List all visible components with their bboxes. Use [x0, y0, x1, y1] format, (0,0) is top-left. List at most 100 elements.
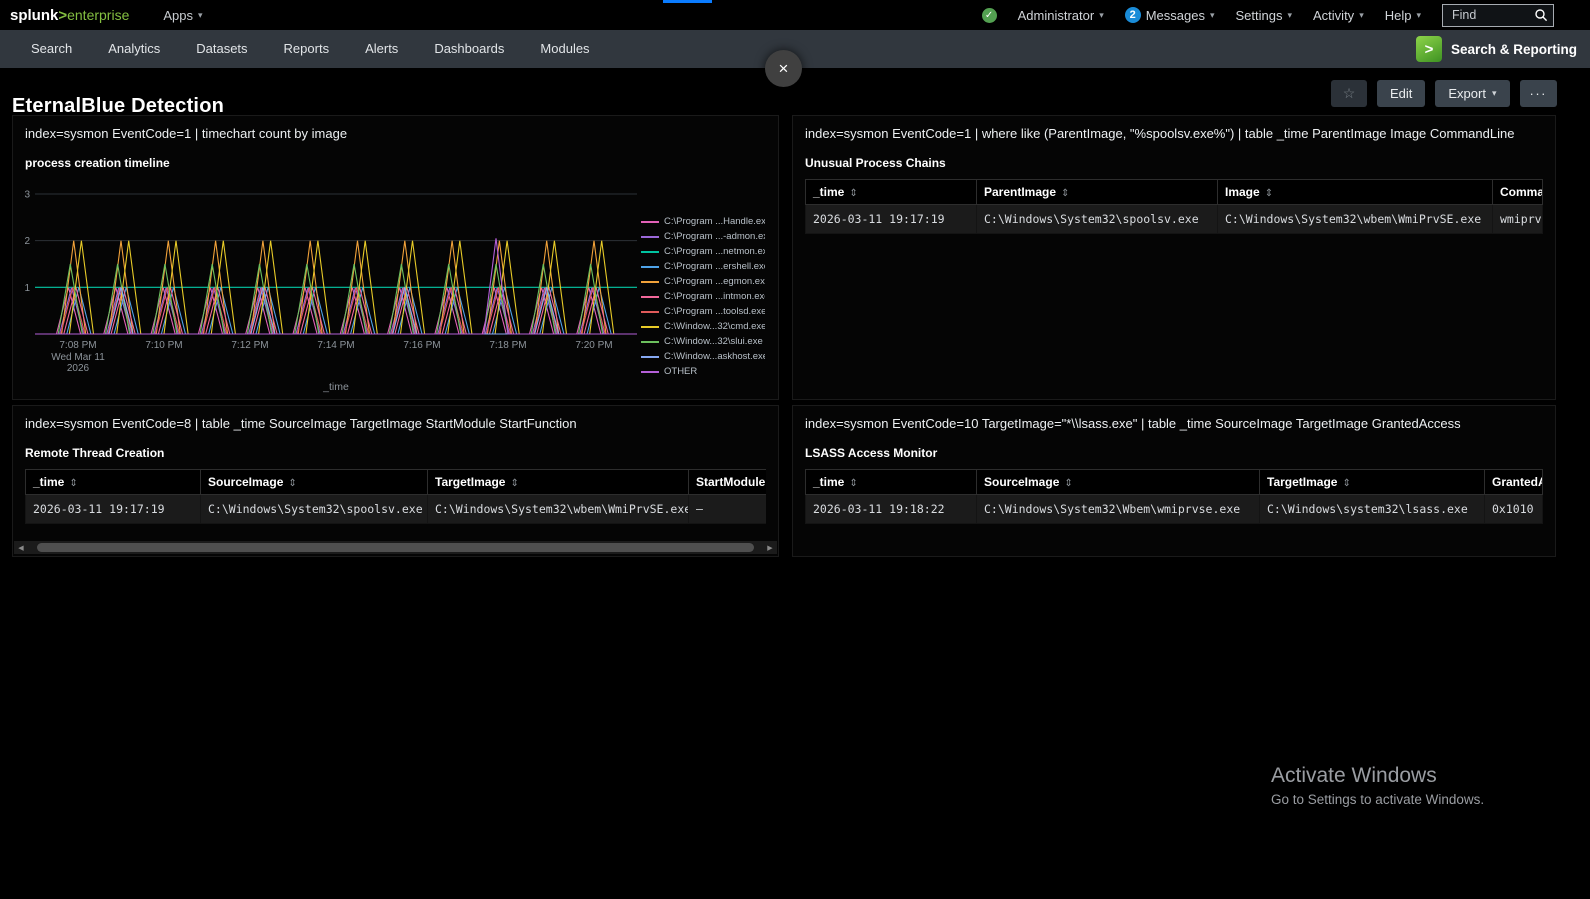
scroll-right-arrow[interactable]: ▶: [763, 541, 777, 554]
top-bar: splunk > enterprise Apps ▾ ✓ Administrator…: [0, 0, 1590, 30]
sort-icon: ⇕: [1342, 478, 1351, 490]
help-label: Help: [1384, 7, 1412, 23]
column-header-label: _time: [813, 185, 845, 200]
column-header-startmodule[interactable]: StartModule⇕: [688, 469, 766, 496]
table-cell: 2026-03-11 19:17:19: [25, 494, 201, 525]
tab-analytics[interactable]: Analytics: [90, 30, 178, 68]
table-cell: C:\Windows\system32\lsass.exe: [1259, 494, 1485, 525]
messages-menu[interactable]: 2 Messages ▾: [1124, 7, 1215, 23]
panel-subtitle: Remote Thread Creation: [25, 446, 165, 461]
table-cell: wmiprvse.exe: [1492, 204, 1543, 235]
remote-thread-creation-table: _time ⇕ SourceImage ⇕ TargetImage ⇕ StartModul…: [25, 469, 766, 525]
legend-item[interactable]: C:\Program ...toolsd.exe: [641, 304, 765, 319]
legend-item[interactable]: C:\Program ...netmon.exe: [641, 244, 765, 259]
activity-menu[interactable]: Activity ▾: [1313, 8, 1364, 23]
column-header-targetimage[interactable]: TargetImage ⇕: [427, 469, 689, 496]
legend-label: C:\Program ...ershell.exe: [664, 261, 765, 273]
legend-label: C:\Program ...netmon.exe: [664, 246, 765, 258]
legend-item[interactable]: C:\Window...askhost.exe: [641, 349, 765, 364]
settings-menu[interactable]: Settings ▾: [1236, 8, 1293, 23]
logo-splunk: splunk: [10, 6, 59, 24]
scroll-left-arrow[interactable]: ◀: [14, 541, 28, 554]
help-menu[interactable]: Help ▾: [1385, 8, 1421, 23]
tab-reports[interactable]: Reports: [266, 30, 348, 68]
legend-item[interactable]: C:\Program ...egmon.exe: [641, 274, 765, 289]
export-button[interactable]: Export ▾: [1435, 80, 1510, 107]
column-header-parentimage[interactable]: ParentImage ⇕: [976, 179, 1218, 206]
column-header-_time[interactable]: _time ⇕: [805, 179, 977, 206]
favorite-star-button[interactable]: ☆: [1330, 80, 1367, 107]
edit-button[interactable]: Edit: [1376, 80, 1426, 107]
table-cell: C:\Windows\System32\wbem\WmiPrvSE.exe: [1217, 204, 1493, 235]
panel-subtitle: process creation timeline: [25, 156, 170, 171]
legend-item[interactable]: OTHER: [641, 364, 765, 379]
sort-icon: ⇕: [849, 478, 858, 490]
legend-label: C:\Window...32\cmd.exe: [664, 321, 765, 333]
legend-swatch: [641, 265, 659, 268]
sort-icon: ⇕: [1061, 188, 1070, 200]
tab-modules[interactable]: Modules: [522, 30, 607, 68]
column-header-label: ParentImage: [984, 185, 1057, 200]
legend-swatch: [641, 310, 659, 313]
scroll-left-icon: ◀: [18, 544, 24, 552]
legend-item[interactable]: C:\Window...32\slui.exe: [641, 334, 765, 349]
svg-text:2026: 2026: [67, 363, 90, 374]
column-header-label: TargetImage: [1267, 475, 1338, 490]
chevron-down-icon: ▾: [198, 9, 203, 20]
svg-text:7:14 PM: 7:14 PM: [317, 340, 354, 351]
legend-item[interactable]: C:\Program ...intmon.exe: [641, 289, 765, 304]
tab-datasets[interactable]: Datasets: [178, 30, 265, 68]
tab-search[interactable]: Search: [13, 30, 90, 68]
table-cell: 2026-03-11 19:17:19: [805, 204, 977, 235]
search-icon[interactable]: [1534, 8, 1548, 22]
scrollbar-track[interactable]: [28, 541, 763, 554]
table-row[interactable]: 2026-03-11 19:18:22 C:\Windows\System32\W…: [805, 494, 1543, 525]
table-row[interactable]: 2026-03-11 19:17:19 C:\Windows\System32\s…: [25, 494, 766, 525]
timechart-svg[interactable]: 1 2 3 7:08 PMWed Mar 112026 7:10 PM 7:12 PM 7:…: [19, 184, 641, 394]
column-header-commandline[interactable]: CommandLine⇕: [1492, 179, 1543, 206]
svg-text:2: 2: [24, 236, 30, 247]
scrollbar-thumb[interactable]: [37, 543, 754, 552]
health-check-icon[interactable]: ✓: [981, 7, 997, 23]
tab-dashboards[interactable]: Dashboards: [416, 30, 522, 68]
column-header-targetimage[interactable]: TargetImage ⇕: [1259, 469, 1485, 496]
current-app[interactable]: > Search & Reporting: [1415, 36, 1590, 62]
unusual-process-chains-table: _time⇕ParentImage⇕Image⇕CommandLine⇕2026…: [805, 179, 1543, 235]
close-icon: ×: [778, 58, 789, 78]
apps-menu[interactable]: Apps ▾: [163, 8, 202, 23]
close-button[interactable]: ×: [765, 50, 802, 87]
legend-item[interactable]: C:\Program ...ershell.exe: [641, 259, 765, 274]
column-header-grantedaccess[interactable]: GrantedAccess⇕: [1484, 469, 1543, 496]
column-header-_time[interactable]: _time ⇕: [25, 469, 201, 496]
administrator-menu[interactable]: Administrator ▾: [1018, 8, 1104, 23]
svg-text:7:16 PM: 7:16 PM: [403, 340, 440, 351]
splunk-logo[interactable]: splunk > enterprise: [10, 7, 129, 24]
legend-swatch: [641, 295, 659, 298]
panel-lsass-access-monitor: index=sysmon EventCode=10 TargetImage="*…: [792, 405, 1556, 557]
legend-item[interactable]: C:\Program ...-admon.exe: [641, 229, 765, 244]
svg-text:_time: _time: [322, 381, 349, 393]
find-search[interactable]: [1442, 3, 1554, 27]
sort-icon: ⇕: [288, 478, 297, 490]
table-cell: C:\Windows\System32\spoolsv.exe: [200, 494, 428, 525]
panel-remote-thread-creation: index=sysmon EventCode=8 | table _time S…: [12, 405, 779, 557]
column-header-sourceimage[interactable]: SourceImage ⇕: [200, 469, 428, 496]
column-header-sourceimage[interactable]: SourceImage ⇕: [976, 469, 1260, 496]
horizontal-scrollbar[interactable]: ◀ ▶: [14, 541, 777, 554]
watermark-line2: Go to Settings to activate Windows.: [1271, 792, 1485, 807]
find-input[interactable]: [1450, 7, 1534, 23]
table-row[interactable]: 2026-03-11 19:17:19 C:\Windows\System32\s…: [805, 204, 1543, 235]
tab-alerts[interactable]: Alerts: [347, 30, 416, 68]
legend-swatch: [641, 235, 659, 238]
legend-item[interactable]: C:\Program ...Handle.exe: [641, 214, 765, 229]
scroll-right-icon: ▶: [767, 544, 773, 552]
lsass-access-monitor-table: _time ⇕ SourceImage ⇕ TargetImage ⇕ GrantedAcc…: [805, 469, 1543, 525]
legend-item[interactable]: C:\Window...32\cmd.exe: [641, 319, 765, 334]
column-header-_time[interactable]: _time ⇕: [805, 469, 977, 496]
apps-menu-label: Apps: [163, 7, 194, 23]
legend-label: OTHER: [664, 366, 698, 378]
column-header-image[interactable]: Image ⇕: [1217, 179, 1493, 206]
chart-legend: C:\Program ...Handle.exe C:\Program ...-a…: [641, 184, 765, 394]
more-actions-button[interactable]: ···: [1519, 80, 1557, 107]
chevron-down-icon: ▾: [1287, 9, 1293, 20]
